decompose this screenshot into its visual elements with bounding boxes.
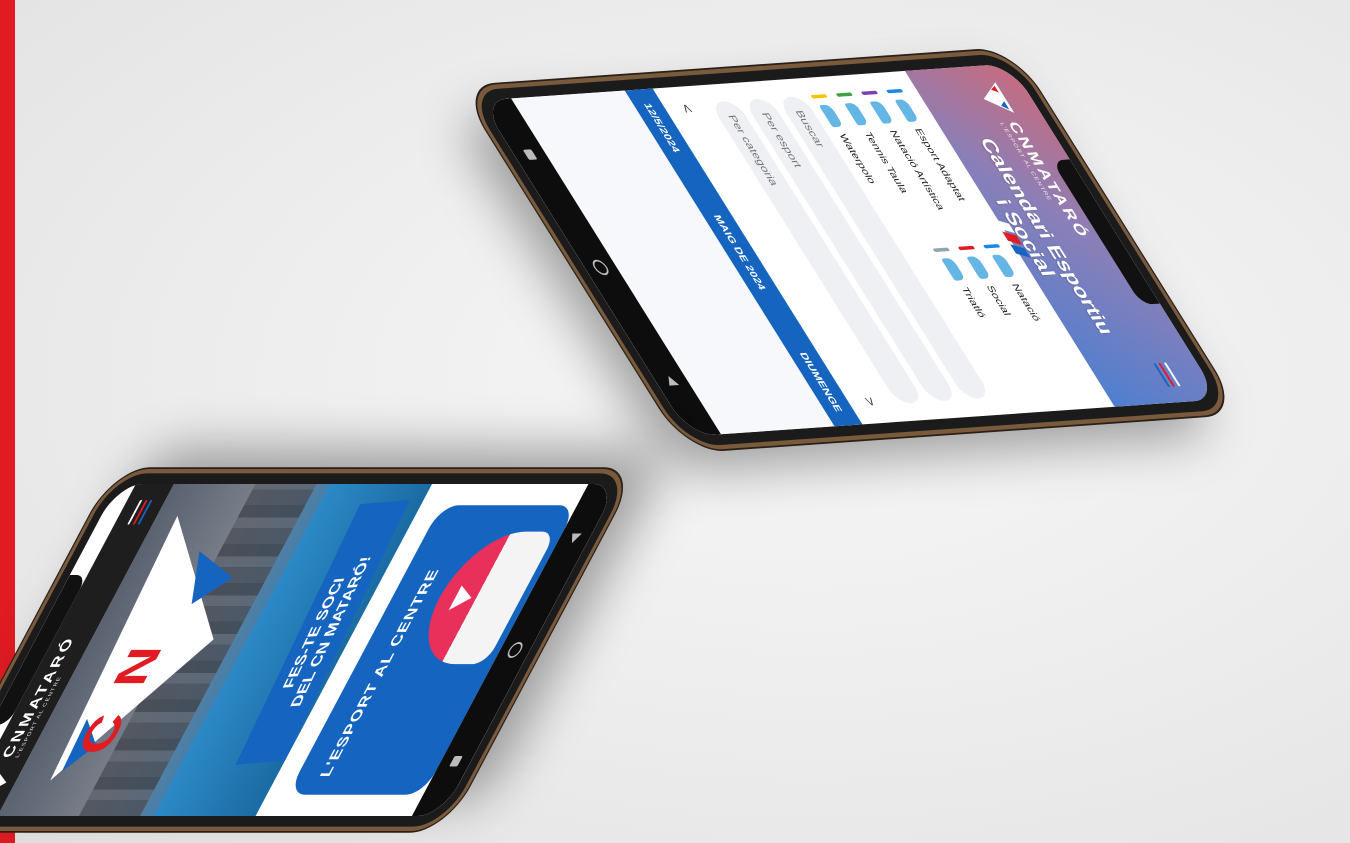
- legend-color-bar: [860, 90, 879, 96]
- home-icon[interactable]: [589, 259, 612, 276]
- recent-apps-icon[interactable]: [522, 149, 538, 161]
- adaptive-swim-icon: [894, 99, 920, 123]
- legend-color-bar: [835, 92, 854, 97]
- artistic-swim-icon: [869, 100, 895, 124]
- legend-color-bar: [932, 247, 951, 253]
- back-icon[interactable]: [663, 375, 680, 386]
- legend-color-bar: [810, 94, 828, 99]
- legend-color-bar: [957, 245, 976, 251]
- table-tennis-icon: [843, 102, 869, 126]
- home-icon[interactable]: [505, 641, 526, 658]
- legend-label: Triatló: [959, 286, 989, 318]
- phone-calendar: CNMATARÓ L'ESPORT AL CENTRE Calendari Es…: [465, 52, 1235, 448]
- hamburger-menu-icon[interactable]: [127, 499, 153, 525]
- legend-color-bar: [982, 244, 1001, 249]
- triathlon-icon: [940, 257, 966, 281]
- phone-home: CNMATARÓ L'ESPORT AL CENTRE CN FES-TE SO…: [0, 473, 633, 827]
- waterpolo-icon: [818, 104, 844, 128]
- back-icon[interactable]: [567, 533, 582, 544]
- recent-apps-icon[interactable]: [448, 756, 463, 767]
- calendar-screen: CNMATARÓ L'ESPORT AL CENTRE Calendari Es…: [480, 63, 1220, 437]
- next-month-button[interactable]: >: [860, 397, 880, 407]
- legend-color-bar: [885, 88, 904, 94]
- legend-label: Social: [984, 284, 1014, 316]
- prev-month-button[interactable]: <: [677, 104, 697, 114]
- club-badge-icon: [448, 585, 472, 611]
- home-screen: CNMATARÓ L'ESPORT AL CENTRE CN FES-TE SO…: [0, 484, 619, 816]
- hamburger-menu-icon[interactable]: [1153, 362, 1181, 388]
- swimming-icon: [991, 254, 1017, 278]
- social-icon: [966, 256, 992, 279]
